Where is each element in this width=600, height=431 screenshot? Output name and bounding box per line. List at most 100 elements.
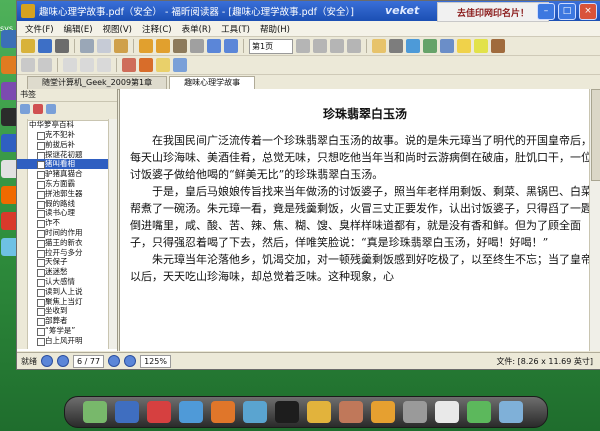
bookmark-item[interactable]: 克不犯补 [17, 130, 117, 140]
menu-edit[interactable]: 编辑(E) [60, 23, 97, 35]
dock-firefox-icon[interactable] [211, 401, 235, 423]
dock-help-icon[interactable] [467, 401, 491, 423]
dock-tools-icon[interactable] [403, 401, 427, 423]
menu-view[interactable]: 视图(V) [99, 23, 136, 35]
next-page-icon[interactable] [330, 39, 344, 53]
bookmark-item[interactable]: 假的路线 [17, 199, 117, 209]
bookmark-item[interactable]: 驴猪真猫合 [17, 169, 117, 179]
save-icon[interactable] [38, 39, 52, 53]
last-page-icon[interactable] [347, 39, 361, 53]
note-icon[interactable] [156, 58, 170, 72]
stamp-icon[interactable] [139, 58, 153, 72]
delete-icon[interactable] [33, 104, 43, 114]
first-page-button[interactable] [41, 355, 53, 367]
typewriter-icon[interactable] [491, 39, 505, 53]
copy-icon[interactable] [97, 39, 111, 53]
bookmark-item[interactable]: 坐收到 [17, 306, 117, 317]
dock-users-icon[interactable] [243, 401, 267, 423]
brand-logo: veket [385, 4, 420, 17]
bookmark-item[interactable]: 天保子 [17, 257, 117, 268]
fit-page-icon[interactable] [21, 58, 35, 72]
prev-page-icon[interactable] [313, 39, 327, 53]
select-tool-icon[interactable] [190, 39, 204, 53]
menu-file[interactable]: 文件(F) [21, 23, 58, 35]
bookmark-item[interactable]: 部葬者 [17, 316, 117, 326]
menu-comment[interactable]: 注释(C) [138, 23, 176, 35]
bookmark-item[interactable]: 读到人上说 [17, 287, 117, 297]
bookmark-item[interactable]: “筹学是” [17, 326, 117, 336]
bookmark-item[interactable]: 读书心理 [17, 208, 117, 219]
bookmark-item[interactable]: 聚焦上当灯 [17, 297, 117, 307]
dock-chart-icon[interactable] [83, 401, 107, 423]
title-bar[interactable]: 趣味心理学故事.pdf（安全） - 福昕阅读器 - [趣味心理学故事.pdf（安… [17, 1, 600, 22]
continuous-icon[interactable] [80, 58, 94, 72]
bookmark-item[interactable]: 东方面霸 [17, 179, 117, 189]
bookmark-item-selected[interactable]: 猪叫看相 [17, 159, 117, 170]
fit-width-icon[interactable] [38, 58, 52, 72]
single-page-icon[interactable] [63, 58, 77, 72]
maximize-button[interactable]: □ [558, 3, 576, 20]
prev-page-button[interactable] [57, 355, 69, 367]
zoom-field[interactable]: 125% [140, 354, 171, 368]
page-number-field[interactable]: 6 / 77 [73, 354, 105, 368]
next-page-button[interactable] [108, 355, 121, 367]
bookmark-item[interactable]: 时间的作用 [17, 228, 117, 238]
document-view[interactable]: 珍珠翡翠白玉汤 在我国民间广泛流传着一个珍珠翡翠白玉汤的故事。说的是朱元璋当了明… [119, 89, 600, 351]
menu-help[interactable]: 帮助(H) [256, 23, 294, 35]
ad-banner[interactable]: 去佳印网印名片！ [437, 2, 549, 22]
dock-folder-icon[interactable] [307, 401, 331, 423]
dock-bird-icon[interactable] [147, 401, 171, 423]
close-button[interactable]: × [579, 3, 597, 20]
bookmark-item[interactable]: 前拔后补 [17, 140, 117, 150]
menu-form[interactable]: 表单(R) [178, 23, 216, 35]
new-bookmark-icon[interactable] [46, 104, 56, 114]
last-page-button[interactable] [124, 355, 137, 367]
dock-globe-icon[interactable] [179, 401, 203, 423]
rotate-icon[interactable] [423, 39, 437, 53]
bookmark-item[interactable]: 猫王的新衣 [17, 238, 117, 248]
text-select-icon[interactable] [389, 39, 403, 53]
highlight-icon[interactable] [474, 39, 488, 53]
forward-icon[interactable] [156, 39, 170, 53]
expand-icon[interactable] [20, 104, 30, 114]
link-icon[interactable] [173, 58, 187, 72]
bookmark-item[interactable]: 探谜花初题 [17, 150, 117, 160]
dock-penguin-icon[interactable] [275, 401, 299, 423]
pen-icon[interactable] [122, 58, 136, 72]
page-field[interactable]: 第1页 [249, 38, 293, 54]
dock-trash-icon[interactable] [499, 401, 523, 423]
dock-paint-icon[interactable] [371, 401, 395, 423]
dock-mail-icon[interactable] [435, 401, 459, 423]
comment-icon[interactable] [457, 39, 471, 53]
bookmark-scrollbar[interactable] [108, 119, 117, 349]
paste-icon[interactable] [114, 39, 128, 53]
zoom-in-icon[interactable] [207, 39, 221, 53]
bookmark-item[interactable]: 诈不 [17, 218, 117, 228]
bookmark-item[interactable]: 白上风开明 [17, 336, 117, 346]
hand-tool-icon[interactable] [173, 39, 187, 53]
back-icon[interactable] [139, 39, 153, 53]
dock-photo-icon[interactable] [339, 401, 363, 423]
cut-icon[interactable] [80, 39, 94, 53]
hand-icon[interactable] [372, 39, 386, 53]
facing-icon[interactable] [97, 58, 111, 72]
bookmark-panel-title: 书签 [17, 89, 117, 102]
snapshot-icon[interactable] [406, 39, 420, 53]
bookmark-item[interactable]: 拼池郭生器 [17, 189, 117, 199]
print-icon[interactable] [55, 39, 69, 53]
find-icon[interactable] [440, 39, 454, 53]
bookmark-item[interactable]: 迷迷愁 [17, 267, 117, 277]
tab-document-1[interactable]: 随堂计算机_Geek_2009第1章 [27, 76, 168, 89]
menu-tools[interactable]: 工具(T) [217, 23, 254, 35]
scrollbar-thumb[interactable] [591, 89, 600, 181]
bookmark-root[interactable]: 中华箩亭百科 [17, 119, 117, 130]
bookmark-item[interactable]: 认大感情 [17, 277, 117, 287]
open-icon[interactable] [21, 39, 35, 53]
bookmark-item[interactable]: 拉开与多分 [17, 248, 117, 258]
tab-document-2[interactable]: 趣味心理学故事 [169, 76, 256, 89]
zoom-out-icon[interactable] [224, 39, 238, 53]
minimize-button[interactable]: – [537, 3, 555, 20]
document-scrollbar[interactable] [589, 89, 600, 351]
dock-monitor-icon[interactable] [115, 401, 139, 423]
first-page-icon[interactable] [296, 39, 310, 53]
